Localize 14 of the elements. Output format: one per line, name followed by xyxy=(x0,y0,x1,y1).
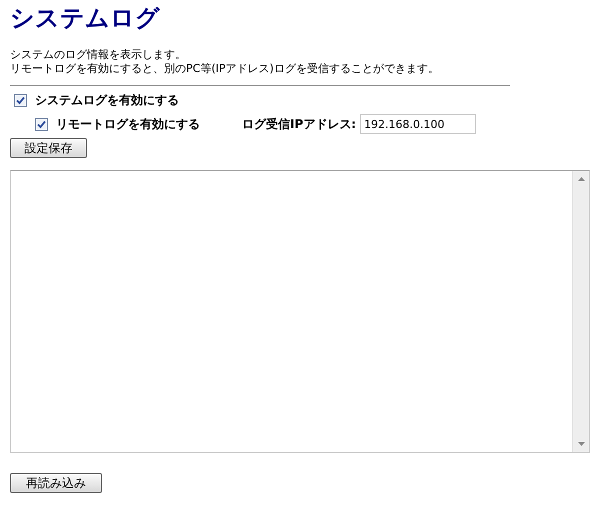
page-title: システムログ xyxy=(10,3,161,33)
ip-address-field[interactable]: 192.168.0.100 xyxy=(360,114,476,134)
checkbox[interactable] xyxy=(14,94,27,106)
reload-button[interactable]: 再読み込み xyxy=(10,473,102,493)
scroll-up-icon[interactable] xyxy=(578,177,584,181)
checkbox-label: システムログを有効にする xyxy=(35,92,179,108)
field-label: ログ受信IPアドレス: xyxy=(242,116,356,132)
save-button[interactable]: 設定保存 xyxy=(10,138,87,158)
scroll-down-icon[interactable] xyxy=(578,442,584,446)
scrollbar[interactable] xyxy=(572,171,589,452)
description-text: システムのログ情報を表示します。 xyxy=(10,48,187,62)
checkbox-label: リモートログを有効にする xyxy=(56,116,200,132)
checkbox[interactable] xyxy=(35,118,48,130)
description-text: リモートログを有効にすると、別のPC等(IPアドレス)ログを受信することができます。 xyxy=(10,62,440,76)
